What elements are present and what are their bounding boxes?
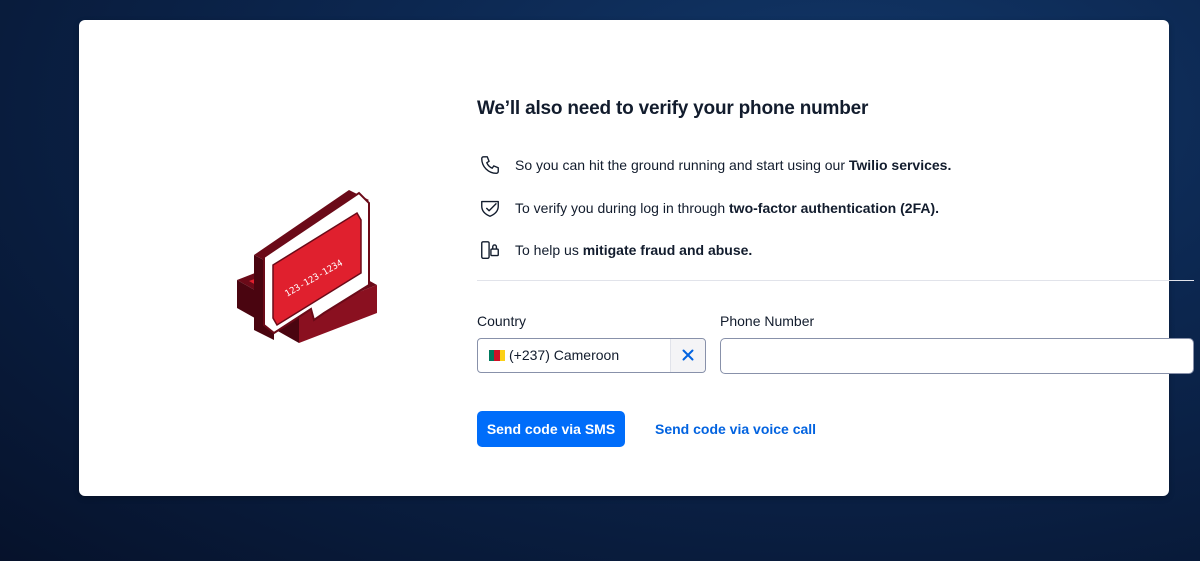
fraud-lock-icon (477, 237, 503, 263)
reason-item-2fa: To verify you during log in through two-… (477, 195, 1194, 221)
clear-country-button[interactable] (670, 338, 705, 372)
reason-text: To help us mitigate fraud and abuse. (515, 242, 753, 258)
send-sms-button[interactable]: Send code via SMS (477, 410, 625, 447)
reason-text: To verify you during log in through two-… (515, 199, 940, 216)
phone-icon (477, 152, 503, 178)
verification-card: 123-123-1234 We’ll also need to verify y… (79, 20, 1194, 496)
country-label: Country (477, 312, 527, 329)
country-select[interactable]: (+237) Cameroon (477, 337, 706, 373)
close-icon (682, 349, 694, 361)
verification-content: We’ll also need to verify your phone num… (477, 95, 1194, 447)
shield-check-icon (477, 195, 503, 221)
phone-form: Country (+237) Cameroon Phone Number (477, 313, 1194, 374)
page-title: We’ll also need to verify your phone num… (477, 98, 869, 119)
phone-number-input[interactable] (720, 337, 1194, 374)
country-value: (+237) Cameroon (478, 347, 670, 363)
send-voice-call-link[interactable]: Send code via voice call (655, 421, 816, 437)
action-row: Send code via SMS Send code via voice ca… (477, 410, 1194, 447)
reason-item-services: So you can hit the ground running and st… (477, 152, 1194, 178)
phone-label: Phone Number (720, 312, 815, 329)
reason-text: So you can hit the ground running and st… (515, 157, 952, 173)
country-field: Country (+237) Cameroon (477, 313, 706, 374)
reason-item-fraud: To help us mitigate fraud and abuse. (477, 237, 1194, 263)
phone-field: Phone Number (720, 313, 1194, 374)
reasons-list: So you can hit the ground running and st… (477, 152, 1194, 263)
phone-chat-bubble-illustration: 123-123-1234 (229, 185, 389, 375)
cameroon-flag-icon (489, 349, 505, 361)
section-divider (477, 279, 1194, 281)
